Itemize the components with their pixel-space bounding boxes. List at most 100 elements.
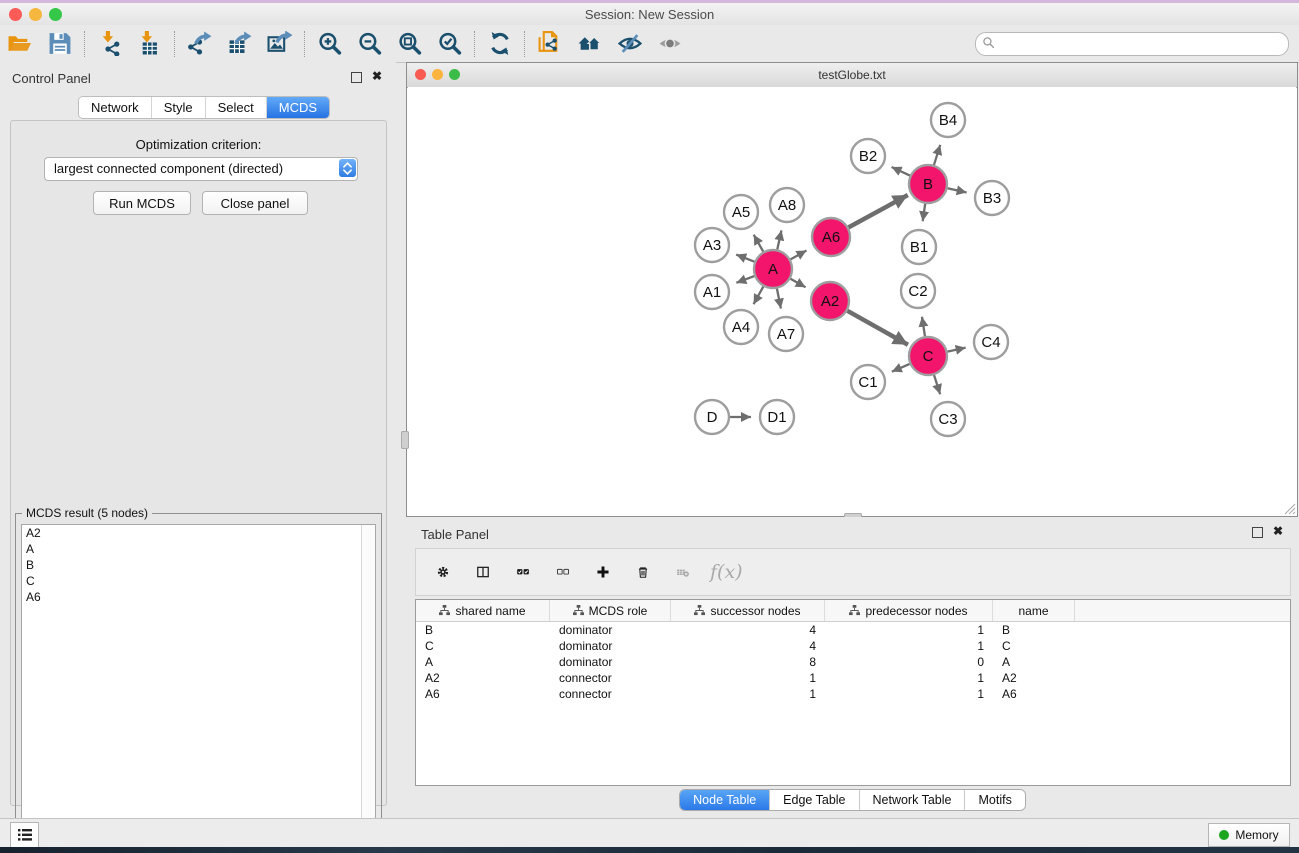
refresh-view-button[interactable] bbox=[480, 28, 520, 60]
graph-node-B3[interactable]: B3 bbox=[975, 181, 1009, 215]
table-row[interactable]: Cdominator41C bbox=[416, 638, 1290, 654]
edge-A-A6[interactable] bbox=[791, 251, 807, 260]
home-view-button[interactable] bbox=[570, 28, 610, 60]
tab-select[interactable]: Select bbox=[205, 97, 266, 118]
edge-C-C2[interactable] bbox=[922, 317, 925, 337]
delete-column-button[interactable] bbox=[630, 559, 656, 585]
zoom-out-button[interactable] bbox=[350, 28, 390, 60]
table-row[interactable]: Adominator80A bbox=[416, 654, 1290, 670]
show-hidden-disabled-button[interactable] bbox=[650, 28, 690, 60]
gear-button[interactable] bbox=[430, 559, 456, 585]
task-history-button[interactable] bbox=[10, 822, 39, 848]
network-canvas[interactable]: A A1 A2 A3 A4 A5 A6 A7 A8 B B1 B2 B3 B4 C C1 C2 C3 C4 D D1 bbox=[408, 87, 1296, 515]
graph-node-B2[interactable]: B2 bbox=[851, 139, 885, 173]
tab-style[interactable]: Style bbox=[151, 97, 205, 118]
tab-edge-table[interactable]: Edge Table bbox=[769, 790, 858, 810]
edge-A-A2[interactable] bbox=[790, 279, 805, 288]
memory-button[interactable]: Memory bbox=[1208, 823, 1290, 847]
edge-B-B3[interactable] bbox=[948, 188, 967, 192]
graph-node-A5[interactable]: A5 bbox=[724, 195, 758, 229]
splitter-grip-vertical[interactable] bbox=[401, 431, 409, 449]
graph-node-B4[interactable]: B4 bbox=[931, 103, 965, 137]
edge-A-A3[interactable] bbox=[736, 255, 754, 262]
close-panel-icon[interactable]: ✖ bbox=[372, 69, 382, 83]
table-row[interactable]: A6connector11A6 bbox=[416, 686, 1290, 702]
zoom-fit-button[interactable] bbox=[390, 28, 430, 60]
graph-node-C2[interactable]: C2 bbox=[901, 274, 935, 308]
clone-network-button[interactable] bbox=[530, 28, 570, 60]
graph-node-C3[interactable]: C3 bbox=[931, 402, 965, 436]
graph-node-A7[interactable]: A7 bbox=[769, 317, 803, 351]
graph-node-A2[interactable]: A2 bbox=[811, 282, 849, 320]
edge-C-C3[interactable] bbox=[934, 375, 940, 394]
export-image-button[interactable] bbox=[260, 28, 300, 60]
tab-motifs[interactable]: Motifs bbox=[964, 790, 1024, 810]
edge-A2-C[interactable] bbox=[847, 311, 908, 345]
search-input[interactable] bbox=[975, 32, 1289, 56]
tab-mcds[interactable]: MCDS bbox=[266, 97, 329, 118]
mcds-result-item[interactable]: A2 bbox=[22, 525, 375, 541]
export-network-button[interactable] bbox=[180, 28, 220, 60]
add-column-button[interactable] bbox=[590, 559, 616, 585]
run-mcds-button[interactable]: Run MCDS bbox=[93, 191, 191, 215]
graph-node-B1[interactable]: B1 bbox=[902, 230, 936, 264]
graph-node-A1[interactable]: A1 bbox=[695, 275, 729, 309]
scrollbar-track[interactable] bbox=[361, 525, 375, 852]
edge-C-C4[interactable] bbox=[948, 348, 966, 352]
export-table-button[interactable] bbox=[220, 28, 260, 60]
table-row[interactable]: Bdominator41B bbox=[416, 622, 1290, 638]
mcds-result-list[interactable]: A2ABCA6 bbox=[21, 524, 376, 853]
import-network-button[interactable] bbox=[90, 28, 130, 60]
graph-node-A6[interactable]: A6 bbox=[812, 218, 850, 256]
column-header-successor-nodes[interactable]: successor nodes bbox=[671, 600, 825, 621]
graph-node-B[interactable]: B bbox=[909, 165, 947, 203]
mcds-result-item[interactable]: B bbox=[22, 557, 375, 573]
zoom-selected-button[interactable] bbox=[430, 28, 470, 60]
edge-B-B1[interactable] bbox=[923, 204, 925, 221]
column-header-predecessor-nodes[interactable]: predecessor nodes bbox=[825, 600, 993, 621]
float-table-panel-icon[interactable] bbox=[1252, 527, 1263, 538]
mcds-result-item[interactable]: C bbox=[22, 573, 375, 589]
open-session-button[interactable] bbox=[0, 28, 40, 60]
edge-A-A7[interactable] bbox=[777, 289, 781, 309]
edge-A-A1[interactable] bbox=[736, 276, 754, 283]
edge-B-B2[interactable] bbox=[892, 167, 910, 176]
network-window-titlebar[interactable]: testGlobe.txt bbox=[407, 63, 1297, 88]
select-all-button[interactable] bbox=[510, 559, 536, 585]
graph-node-D1[interactable]: D1 bbox=[760, 400, 794, 434]
resize-grip-icon[interactable] bbox=[1282, 501, 1296, 515]
tab-node-table[interactable]: Node Table bbox=[680, 790, 769, 810]
graph-node-C[interactable]: C bbox=[909, 337, 947, 375]
table-row[interactable]: A2connector11A2 bbox=[416, 670, 1290, 686]
close-panel-button[interactable]: Close panel bbox=[202, 191, 308, 215]
zoom-in-button[interactable] bbox=[310, 28, 350, 60]
graph-node-A4[interactable]: A4 bbox=[724, 310, 758, 344]
edge-A-A8[interactable] bbox=[777, 230, 781, 249]
graph-node-C4[interactable]: C4 bbox=[974, 325, 1008, 359]
column-header-name[interactable]: name bbox=[993, 600, 1075, 621]
mcds-result-item[interactable]: A bbox=[22, 541, 375, 557]
split-pane-button[interactable] bbox=[470, 559, 496, 585]
tab-network[interactable]: Network bbox=[79, 97, 151, 118]
edge-C-C1[interactable] bbox=[892, 364, 910, 372]
mcds-result-item[interactable]: A6 bbox=[22, 589, 375, 605]
edge-B-B4[interactable] bbox=[934, 145, 940, 165]
graph-node-C1[interactable]: C1 bbox=[851, 365, 885, 399]
edge-A6-B[interactable] bbox=[849, 195, 908, 227]
delete-table-disabled-button[interactable] bbox=[670, 559, 696, 585]
graph-node-A[interactable]: A bbox=[754, 250, 792, 288]
column-header-MCDS-role[interactable]: MCDS role bbox=[550, 600, 671, 621]
import-table-button[interactable] bbox=[130, 28, 170, 60]
column-header-shared-name[interactable]: shared name bbox=[416, 600, 550, 621]
deselect-all-button[interactable] bbox=[550, 559, 576, 585]
edge-A-A4[interactable] bbox=[754, 287, 764, 305]
function-builder-button[interactable]: f(x) bbox=[710, 561, 743, 583]
graph-node-D[interactable]: D bbox=[695, 400, 729, 434]
close-table-panel-icon[interactable]: ✖ bbox=[1273, 524, 1283, 538]
edge-A-A5[interactable] bbox=[754, 235, 763, 252]
hide-selected-button[interactable] bbox=[610, 28, 650, 60]
graph-node-A3[interactable]: A3 bbox=[695, 228, 729, 262]
graph-node-A8[interactable]: A8 bbox=[770, 188, 804, 222]
float-panel-icon[interactable] bbox=[351, 72, 362, 83]
tab-network-table[interactable]: Network Table bbox=[859, 790, 965, 810]
